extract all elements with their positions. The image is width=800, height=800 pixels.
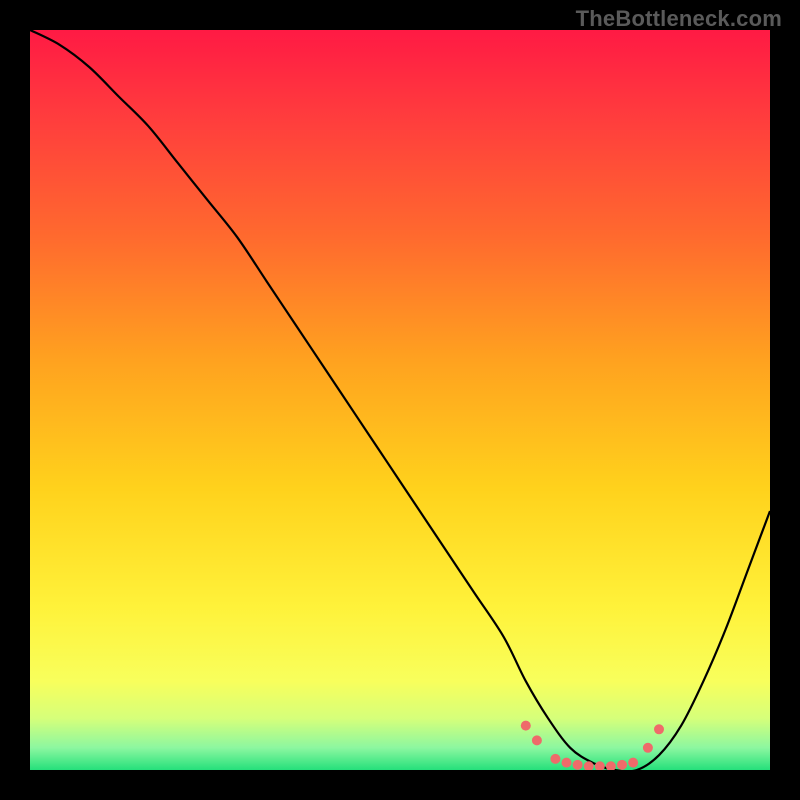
marker-dot [573,760,583,770]
marker-dot [654,724,664,734]
chart-svg [30,30,770,770]
watermark-label: TheBottleneck.com [576,6,782,32]
gradient-background [30,30,770,770]
plot-area [30,30,770,770]
marker-dot [550,754,560,764]
marker-dot [532,735,542,745]
marker-dot [521,721,531,731]
marker-dot [643,743,653,753]
chart-frame: TheBottleneck.com [0,0,800,800]
marker-dot [628,758,638,768]
marker-dot [562,758,572,768]
marker-dot [617,760,627,770]
